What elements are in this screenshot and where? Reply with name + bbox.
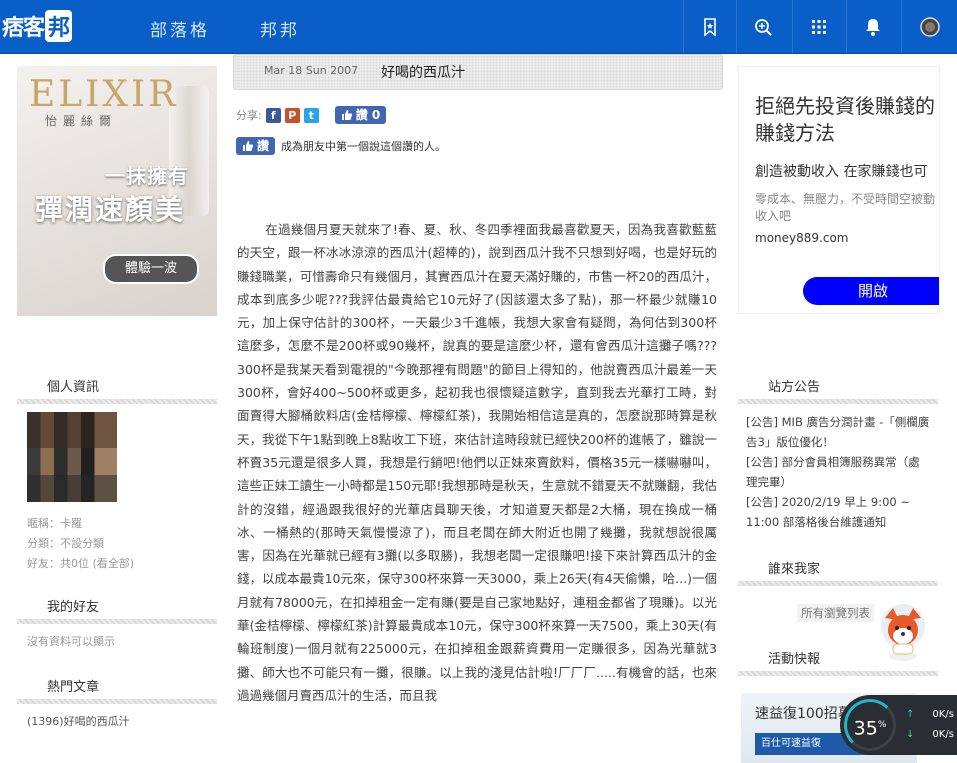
ad-description: 創造被動收入 在家賺錢也可 bbox=[755, 164, 928, 180]
hot-posts-section-title: 熱門文章 bbox=[47, 680, 100, 695]
ad-brand-sub: 怡麗絲爾 bbox=[45, 114, 118, 128]
twitter-share-icon[interactable]: t bbox=[303, 107, 319, 123]
user-avatar-icon[interactable] bbox=[901, 0, 957, 53]
all-visitors-link[interactable]: 所有瀏覽列表 bbox=[797, 604, 874, 622]
profile-section-title: 個人資訊 bbox=[47, 380, 100, 395]
announcements-section-title: 站方公告 bbox=[768, 380, 821, 395]
ad-cta-button[interactable]: 體驗一波 bbox=[103, 254, 199, 284]
left-sidebar: ELIXIR 怡麗絲爾 一抹擁有 彈潤速顏美 體驗一波 個人資訊 暱稱：卡羅 分… bbox=[17, 66, 217, 732]
logo-box: 邦 bbox=[45, 10, 73, 42]
friends-section-title: 我的好友 bbox=[47, 600, 100, 615]
bell-icon[interactable] bbox=[846, 0, 899, 53]
like-button-label: 讚 bbox=[257, 139, 270, 153]
ad-url: money889.com bbox=[755, 231, 849, 245]
logo-text: 痞客 bbox=[2, 16, 45, 41]
ad-description-2: 零成本、無壓力，不受時間空被動收入吧 bbox=[755, 192, 936, 223]
elixir-ad-banner[interactable]: ELIXIR 怡麗絲爾 一抹擁有 彈潤速顏美 體驗一波 bbox=[17, 66, 217, 316]
right-sidebar: 拒絕先投資後賺錢的賺錢方法 創造被動收入 在家賺錢也可 零成本、無壓力，不受時間… bbox=[738, 66, 940, 684]
section-divider bbox=[17, 699, 217, 704]
top-navbar: 痞客邦 部落格 邦邦 bbox=[0, 0, 957, 54]
money-ad-banner[interactable]: 拒絕先投資後賺錢的賺錢方法 創造被動收入 在家賺錢也可 零成本、無壓力，不受時間… bbox=[738, 66, 940, 314]
pixnet-logo[interactable]: 痞客邦 bbox=[2, 10, 73, 42]
bookmark-star-icon[interactable] bbox=[683, 0, 736, 53]
ad-line1: 一抹擁有 bbox=[105, 164, 189, 188]
post-main: Mar 18 Sun 2007 好喝的西瓜汁 分享: f P t 讚 0 讚 成… bbox=[233, 54, 723, 703]
section-divider bbox=[17, 619, 217, 624]
visitors-section-title: 誰來我家 bbox=[768, 562, 821, 577]
facebook-share-icon[interactable]: f bbox=[265, 107, 281, 123]
like-count-label: 讚 0 bbox=[355, 108, 381, 122]
announcement-item[interactable]: [公告] MIB 廣告分潤計畫 -「側欄廣告3」版位優化！ bbox=[738, 412, 938, 452]
plurk-share-icon[interactable]: P bbox=[284, 107, 300, 123]
friends-empty-text: 沒有資料可以顯示 bbox=[27, 635, 115, 648]
ad-headline: 拒絕先投資後賺錢的賺錢方法 bbox=[755, 94, 935, 145]
ad-brand: ELIXIR bbox=[29, 74, 179, 115]
section-divider bbox=[17, 399, 217, 404]
share-bar: 分享: f P t 讚 0 bbox=[236, 106, 387, 124]
apps-grid-icon[interactable] bbox=[792, 0, 845, 53]
search-plus-icon[interactable] bbox=[736, 0, 789, 53]
section-divider bbox=[738, 671, 938, 676]
post-date: Mar 18 Sun 2007 bbox=[264, 64, 359, 77]
thumbs-up-icon bbox=[243, 141, 254, 151]
profile-avatar[interactable] bbox=[27, 412, 117, 502]
post-body: 在過幾個月夏天就來了!春、夏、秋、冬四季裡面我最喜歡夏天，因為我喜歡藍藍的天空，… bbox=[237, 218, 717, 707]
nav-blog[interactable]: 部落格 bbox=[150, 16, 210, 41]
speed-percent-ring: 35% bbox=[844, 699, 896, 751]
post-body-text: 在過幾個月夏天就來了!春、夏、秋、冬四季裡面我最喜歡夏天，因為我喜歡藍藍的天空，… bbox=[237, 222, 717, 703]
upload-arrow-icon: ↑ bbox=[906, 709, 915, 720]
profile-friends[interactable]: 好友：共0位 (看全部) bbox=[17, 554, 217, 574]
announcement-item[interactable]: [公告] 2020/2/19 早上 9:00 ~ 11:00 部落格後台維護通知 bbox=[738, 492, 938, 532]
network-speed-widget[interactable]: 35% ↑ 0K/s ↓ 0K/s bbox=[840, 695, 957, 755]
profile-category: 分類：不設分類 bbox=[27, 537, 104, 550]
share-label: 分享: bbox=[236, 109, 262, 122]
ad-line2: 彈潤速顏美 bbox=[35, 193, 186, 226]
post-header: Mar 18 Sun 2007 好喝的西瓜汁 bbox=[233, 54, 723, 90]
speed-rates: ↑ 0K/s ↓ 0K/s bbox=[906, 709, 954, 740]
announcement-item[interactable]: [公告] 部分會員相簿服務異常（處理完畢） bbox=[738, 452, 938, 492]
fb-like-count-button[interactable]: 讚 0 bbox=[334, 106, 387, 124]
fb-like-button[interactable]: 讚 bbox=[236, 137, 276, 155]
thumbs-up-icon bbox=[341, 110, 352, 120]
download-arrow-icon: ↓ bbox=[906, 729, 915, 740]
like-line: 讚 成為朋友中第一個說這個讚的人。 bbox=[236, 137, 446, 155]
profile-nickname: 暱稱：卡羅 bbox=[27, 517, 82, 530]
like-hint-text: 成為朋友中第一個說這個讚的人。 bbox=[281, 140, 447, 153]
section-divider bbox=[738, 581, 938, 586]
ad-open-button[interactable]: 開啟 bbox=[803, 277, 939, 305]
section-divider bbox=[738, 399, 938, 404]
post-title[interactable]: 好喝的西瓜汁 bbox=[381, 62, 465, 82]
hot-post-link[interactable]: (1396)好喝的西瓜汁 bbox=[17, 712, 217, 732]
nav-bangbang[interactable]: 邦邦 bbox=[260, 16, 300, 41]
fox-mascot-icon bbox=[881, 604, 925, 661]
